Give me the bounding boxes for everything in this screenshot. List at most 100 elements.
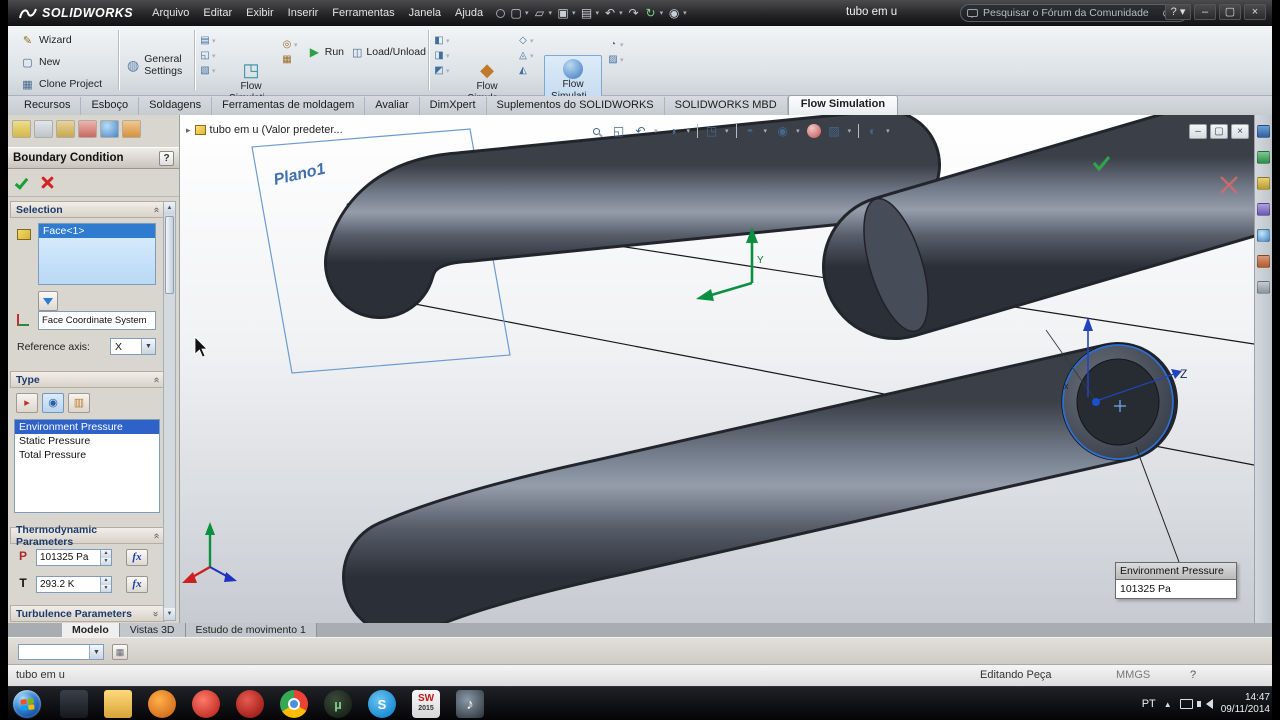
- rebuild-icon[interactable]: ↻: [643, 5, 659, 21]
- show-hidden-icons-button[interactable]: ▲: [1164, 700, 1172, 709]
- view-orientation-icon[interactable]: ◳: [703, 123, 720, 140]
- coordinate-system-box[interactable]: Face Coordinate System: [38, 311, 156, 330]
- menu-arquivo[interactable]: Arquivo: [145, 0, 196, 26]
- goals-icon[interactable]: ◎: [280, 38, 294, 51]
- pm-scroll-up-icon[interactable]: ▲: [164, 202, 175, 214]
- menu-editar[interactable]: Editar: [196, 0, 239, 26]
- xy-plot-icon[interactable]: ◭: [516, 64, 530, 77]
- file-explorer-icon[interactable]: [1257, 177, 1270, 190]
- flow-openings-toggle[interactable]: ▸: [16, 393, 38, 413]
- thermodynamic-group-header[interactable]: Thermodynamic Parameters «: [10, 524, 165, 548]
- taskbar-clock[interactable]: 14:47 09/11/2014: [1221, 692, 1270, 716]
- taskbar-winamp-icon[interactable]: [148, 690, 176, 718]
- selection-filter-button[interactable]: [38, 291, 58, 311]
- dimxpert-manager-tab-icon[interactable]: [78, 120, 97, 138]
- tab-dimxpert[interactable]: DimXpert: [420, 97, 487, 115]
- menu-janela[interactable]: Janela: [402, 0, 448, 26]
- tube-end-face[interactable]: [1061, 343, 1175, 461]
- boundary-condition-callout[interactable]: Environment Pressure 101325 Pa: [1115, 562, 1237, 599]
- scene-icon[interactable]: [1257, 255, 1270, 268]
- fans-icon[interactable]: ◔: [606, 38, 620, 51]
- pm-scroll-down-icon[interactable]: ▼: [164, 608, 175, 620]
- list-item-static-pressure[interactable]: Static Pressure: [15, 434, 159, 448]
- taskbar-solidworks-icon[interactable]: SW 2015: [412, 690, 440, 718]
- tab-suplementos[interactable]: Suplementos do SOLIDWORKS: [487, 97, 665, 115]
- list-item-total-pressure[interactable]: Total Pressure: [15, 448, 159, 462]
- tab-solidworks-mbd[interactable]: SOLIDWORKS MBD: [665, 97, 788, 115]
- tab-recursos[interactable]: Recursos: [14, 97, 82, 115]
- pm-cancel-button[interactable]: [41, 176, 54, 189]
- close-button[interactable]: ×: [1244, 4, 1266, 20]
- tab-soldagens[interactable]: Soldagens: [139, 97, 213, 115]
- doc-minimize-button[interactable]: –: [1189, 124, 1207, 139]
- view-settings-icon[interactable]: ◐: [864, 123, 881, 140]
- tab-estudo-de-movimento[interactable]: Estudo de movimento 1: [185, 623, 317, 637]
- run-button[interactable]: ▶ Run: [304, 42, 348, 62]
- property-manager-tab-icon[interactable]: [34, 120, 53, 138]
- help-button[interactable]: ? ▾: [1165, 4, 1191, 20]
- computational-domain-icon[interactable]: ◱: [198, 49, 212, 62]
- particle-study-icon[interactable]: ◬: [516, 49, 530, 62]
- wall-toggle[interactable]: ▥: [68, 393, 90, 413]
- simulation-tree-tab-icon[interactable]: [122, 120, 141, 138]
- previous-view-icon[interactable]: ↶: [632, 123, 649, 140]
- language-indicator[interactable]: PT: [1142, 698, 1156, 710]
- taskbar-explorer-icon[interactable]: [104, 690, 132, 718]
- selection-group-header[interactable]: Selection «: [10, 201, 165, 218]
- taskbar-skype-icon[interactable]: S: [368, 690, 396, 718]
- tab-avaliar[interactable]: Avaliar: [365, 97, 420, 115]
- community-search[interactable]: Pesquisar o Fórum da Comunidade ▾: [960, 4, 1188, 22]
- component-control-icon[interactable]: ▧: [198, 64, 212, 77]
- configuration-manager-tab-icon[interactable]: [56, 120, 75, 138]
- tab-ferramentas-de-moldagem[interactable]: Ferramentas de moldagem: [212, 97, 366, 115]
- selection-list[interactable]: Face<1>: [38, 223, 156, 285]
- pressure-spinner[interactable]: ▲ ▼: [100, 550, 111, 565]
- flow-trajectories-icon[interactable]: ◇: [516, 34, 530, 47]
- apply-scene-icon[interactable]: ▨: [826, 123, 843, 140]
- appearances-icon[interactable]: [1257, 229, 1270, 242]
- viewport-breadcrumb[interactable]: ▸ tubo em u (Valor predeter...: [186, 122, 343, 138]
- task-pane-resources-icon[interactable]: [1257, 125, 1270, 138]
- print-icon[interactable]: ▤: [579, 5, 595, 21]
- redo-icon[interactable]: ↷: [626, 5, 642, 21]
- zoom-area-icon[interactable]: ◱: [610, 123, 627, 140]
- list-item-environment-pressure[interactable]: Environment Pressure: [15, 420, 159, 434]
- tab-esboco[interactable]: Esboço: [81, 97, 140, 115]
- pm-help-button[interactable]: ?: [159, 150, 174, 166]
- flyout-tree-arrow-icon[interactable]: ▸: [186, 125, 191, 136]
- save-icon[interactable]: ▣: [555, 5, 571, 21]
- study-selector-dropdown-icon[interactable]: ▼: [89, 645, 103, 659]
- menu-exibir[interactable]: Exibir: [239, 0, 281, 26]
- new-document-icon[interactable]: ▢: [508, 5, 524, 21]
- pm-scrollbar-thumb[interactable]: [165, 216, 174, 294]
- callout-value[interactable]: 101325 Pa: [1116, 580, 1236, 598]
- study-selector[interactable]: ▼: [18, 644, 104, 660]
- pin-menu-icon[interactable]: [496, 8, 506, 18]
- clone-project-button[interactable]: ▦ Clone Project: [16, 74, 114, 94]
- tab-flow-simulation[interactable]: Flow Simulation: [787, 95, 899, 115]
- reference-axis-select[interactable]: X ▼: [110, 338, 156, 355]
- general-settings-button[interactable]: ◍ General Settings: [122, 48, 192, 82]
- view-palette-icon[interactable]: [1257, 203, 1270, 216]
- taskbar-media-app-icon[interactable]: [60, 690, 88, 718]
- volume-icon[interactable]: [1196, 699, 1213, 709]
- pressure-openings-toggle[interactable]: ◉: [42, 393, 64, 413]
- pressure-field[interactable]: 101325 Pa ▲ ▼: [36, 549, 112, 566]
- hide-show-items-icon[interactable]: ◉: [774, 123, 791, 140]
- minimize-button[interactable]: –: [1194, 4, 1216, 20]
- tab-vistas-3d[interactable]: Vistas 3D: [119, 623, 186, 637]
- network-icon[interactable]: [1179, 699, 1193, 709]
- wizard-button[interactable]: ✎ Wizard: [16, 30, 114, 50]
- type-group-header[interactable]: Type «: [10, 371, 165, 388]
- start-button[interactable]: [12, 689, 42, 719]
- cut-plot-icon[interactable]: ◧: [432, 34, 446, 47]
- pressure-dependency-button[interactable]: fx: [126, 549, 148, 566]
- load-unload-button[interactable]: ◫ Load/Unload: [348, 42, 426, 62]
- isosurface-icon[interactable]: ◩: [432, 64, 446, 77]
- turbulence-group-header[interactable]: Turbulence Parameters «: [10, 605, 165, 622]
- reference-axis-dropdown-icon[interactable]: ▼: [141, 339, 155, 354]
- units-icon[interactable]: ▤: [198, 34, 212, 47]
- tab-modelo[interactable]: Modelo: [62, 623, 120, 637]
- display-manager-tab-icon[interactable]: [100, 120, 119, 138]
- pm-scrollbar[interactable]: ▲ ▼: [163, 201, 176, 621]
